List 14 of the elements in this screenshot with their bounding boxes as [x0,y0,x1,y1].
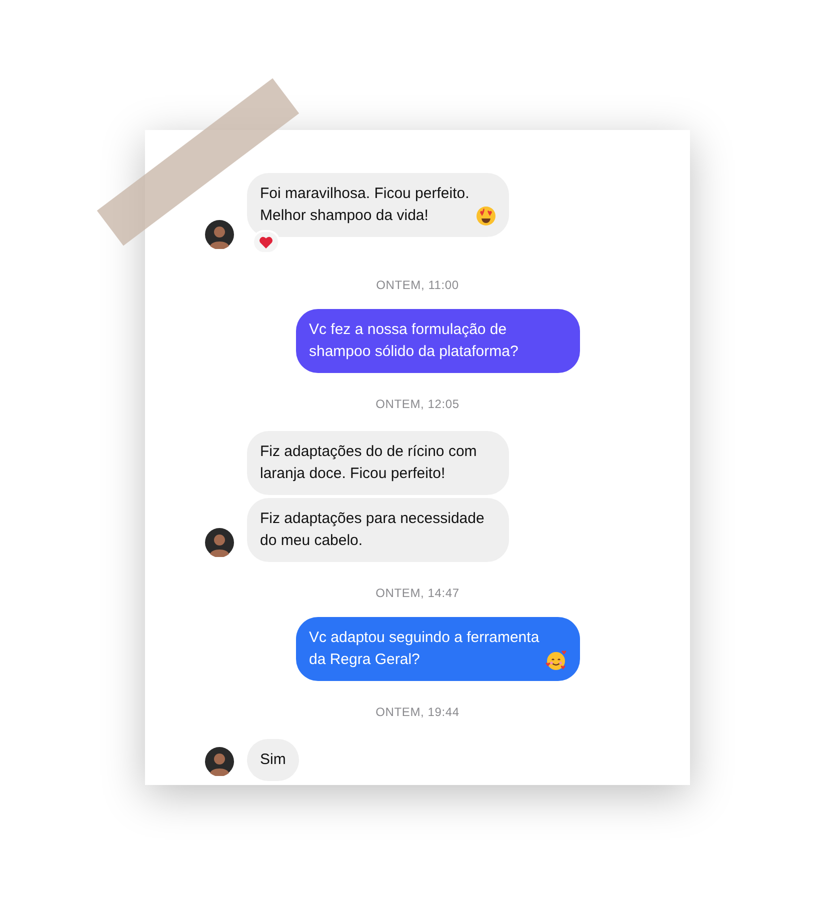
timestamp: ONTEM, 19:44 [376,705,460,719]
avatar [205,220,234,249]
message-text: Vc fez a nossa formulação de shampoo sólido da plataforma? [309,320,520,362]
message-text: Fiz adaptações do de rícino com laranja doce. Ficou perfeito! [260,442,478,484]
message-text: Vc adaptou seguindo a ferramenta da Regra Geral? [309,628,540,670]
heart-reaction-icon[interactable] [252,230,280,254]
avatar [205,747,234,776]
message-text: Sim [260,750,286,770]
timestamp: ONTEM, 11:00 [376,278,459,292]
message-text: Foi maravilhosa. Ficou perfeito. Melhor shampoo da vida! [260,184,470,226]
avatar [205,528,234,557]
timestamp: ONTEM, 14:47 [376,586,460,600]
timestamp: ONTEM, 12:05 [376,397,460,411]
message-text: Fiz adaptações para necessidade do meu cabelo. [260,509,486,551]
